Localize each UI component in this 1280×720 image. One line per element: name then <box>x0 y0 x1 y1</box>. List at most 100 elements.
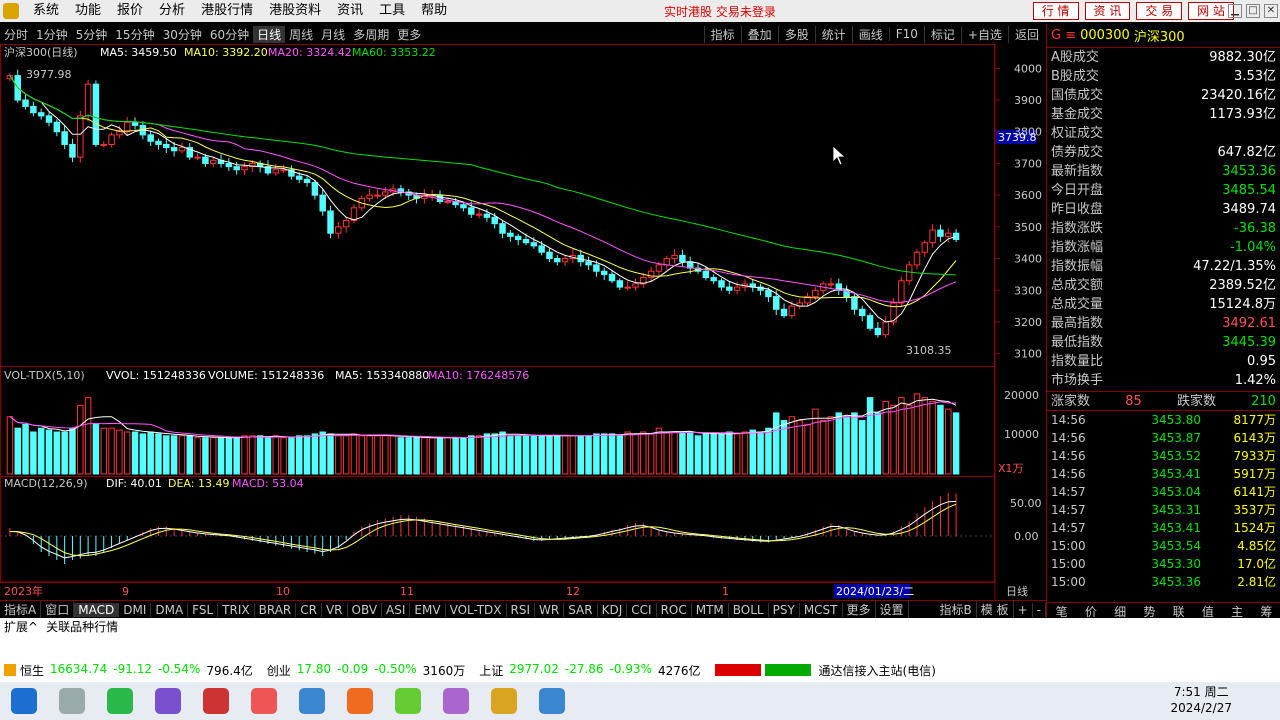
indicator-right-button[interactable]: + <box>1014 602 1033 617</box>
indicator-tab[interactable]: PSY <box>769 602 800 617</box>
indicator-tab[interactable]: FSL <box>188 602 219 617</box>
indicator-tab[interactable]: VOL-TDX <box>446 602 507 617</box>
indicator-tab[interactable]: ASI <box>382 602 411 617</box>
app-icon[interactable] <box>155 688 181 714</box>
minimize-icon[interactable]: ▁ <box>1228 4 1242 18</box>
market-breadth-icon <box>714 664 811 676</box>
indicator-tab[interactable]: DMA <box>151 602 189 617</box>
period-tab[interactable]: 30分钟 <box>159 26 206 43</box>
tool-button[interactable]: 叠加 <box>740 25 778 43</box>
indicator-tab[interactable]: 指标A <box>0 601 42 618</box>
tool-button[interactable]: 画线 <box>851 25 889 43</box>
browser-icon[interactable] <box>107 688 133 714</box>
tool-button[interactable]: 统计 <box>814 25 852 43</box>
quote-button[interactable]: 行 情 <box>1032 2 1079 20</box>
app-icon[interactable] <box>347 688 373 714</box>
menu-item-analysis[interactable]: 分析 <box>151 0 193 22</box>
hsi-quote[interactable]: 恒生 16634.74 -91.12 -0.54% 796.4亿 <box>20 662 253 679</box>
period-tab[interactable]: 多周期 <box>349 26 393 43</box>
sh-quote[interactable]: 上证 2977.02 -27.86 -0.93% 4276亿 <box>479 662 700 679</box>
trade-button[interactable]: 交 易 <box>1136 2 1183 20</box>
period-tab[interactable]: 更多 <box>393 26 425 43</box>
indicator-right-button[interactable]: - <box>1033 602 1046 617</box>
menu-item-news[interactable]: 资讯 <box>329 0 371 22</box>
period-tab[interactable]: 周线 <box>285 26 317 43</box>
indicator-tab[interactable]: VR <box>322 602 348 617</box>
period-tab[interactable]: 月线 <box>317 26 349 43</box>
indicator-tab[interactable]: KDJ <box>598 602 628 617</box>
app-icon[interactable] <box>203 688 229 714</box>
period-tab[interactable]: 5分钟 <box>72 26 112 43</box>
tool-button[interactable]: 多股 <box>777 25 815 43</box>
indicator-right-button[interactable]: 模 板 <box>977 601 1014 618</box>
indicator-tab[interactable]: OBV <box>348 602 383 617</box>
indicator-tab[interactable]: WR <box>535 602 565 617</box>
menu-item-hk-data[interactable]: 港股资料 <box>261 0 329 22</box>
tool-button[interactable]: 指标 <box>703 25 741 43</box>
file-explorer-icon[interactable] <box>491 688 517 714</box>
indicator-tab[interactable]: EMV <box>410 602 446 617</box>
menu-item-tools[interactable]: 工具 <box>371 0 413 22</box>
indicator-tab[interactable]: 设置 <box>876 601 909 618</box>
indicator-tab[interactable]: ROC <box>657 602 692 617</box>
period-tab[interactable]: 分时 <box>0 26 32 43</box>
app-icon[interactable] <box>251 688 277 714</box>
tool-button[interactable]: 标记 <box>923 25 961 43</box>
indicator-tab[interactable]: MTM <box>692 602 729 617</box>
candle-body <box>45 115 53 123</box>
volume-bar <box>468 435 475 475</box>
indicator-right-button[interactable]: 指标B <box>936 601 977 618</box>
windows-start-icon[interactable] <box>11 688 37 714</box>
period-tab[interactable]: 15分钟 <box>111 26 158 43</box>
volume-bar <box>14 427 21 475</box>
menu-item-quote[interactable]: 报价 <box>109 0 151 22</box>
stat-row: 基金成交 1173.93亿 <box>1047 105 1280 124</box>
volume-bar <box>22 423 29 475</box>
kline-chart[interactable]: 沪深300(日线) MA5: 3459.50 MA10: 3392.20 MA2… <box>0 44 1046 600</box>
indicator-tab[interactable]: MCST <box>800 602 843 617</box>
menu-item-hk-market[interactable]: 港股行情 <box>193 0 261 22</box>
indicator-tab[interactable]: RSI <box>507 602 536 617</box>
tool-button[interactable]: 返回 <box>1007 25 1045 43</box>
volume-bar <box>749 429 757 475</box>
menu-item-system[interactable]: 系统 <box>25 0 67 22</box>
close-icon[interactable]: ✕ <box>1264 4 1278 18</box>
maximize-icon[interactable]: □ <box>1246 4 1260 18</box>
indicator-tab[interactable]: MACD <box>74 602 120 617</box>
indicator-tab[interactable]: 窗口 <box>41 601 75 618</box>
period-tab[interactable]: 1分钟 <box>32 26 72 43</box>
volume-bar <box>428 437 436 475</box>
related-quotes-link[interactable]: 关联品种行情 <box>42 618 122 635</box>
app-icon[interactable] <box>299 688 325 714</box>
stat-value: 1.42% <box>1234 373 1276 388</box>
volume-bar <box>319 431 326 475</box>
indicator-tab[interactable]: DMI <box>119 602 152 617</box>
period-tab[interactable]: 60分钟 <box>206 26 253 43</box>
app-icon[interactable] <box>443 688 469 714</box>
tick-volume: 17.0亿 <box>1237 557 1276 571</box>
indicator-tab[interactable]: 更多 <box>843 601 876 618</box>
indicator-tab[interactable]: CR <box>296 602 322 617</box>
app-icon[interactable] <box>395 688 421 714</box>
indicator-tab[interactable]: SAR <box>564 602 598 617</box>
tool-button[interactable]: +自选 <box>960 25 1008 43</box>
candle-body <box>593 264 600 272</box>
candle-body <box>350 207 358 222</box>
news-button[interactable]: 资 讯 <box>1084 2 1131 20</box>
menu-item-function[interactable]: 功能 <box>67 0 109 22</box>
system-clock[interactable]: 7:51 周二 2024/2/27 <box>1170 684 1232 716</box>
volume-bar <box>663 431 670 475</box>
period-tab-daily[interactable]: 日线 <box>253 25 286 43</box>
app-icon[interactable] <box>539 688 565 714</box>
indicator-tab[interactable]: TRIX <box>218 602 255 617</box>
cyb-quote[interactable]: 创业 17.80 -0.09 -0.50% 3160万 <box>267 662 465 679</box>
indicator-tab[interactable]: CCI <box>627 602 657 617</box>
volume-bar <box>249 435 256 475</box>
indicator-tab[interactable]: BRAR <box>255 602 297 617</box>
menu-item-help[interactable]: 帮助 <box>413 0 455 22</box>
task-view-icon[interactable] <box>59 688 85 714</box>
tool-button[interactable]: F10 <box>888 27 924 41</box>
indicator-tab[interactable]: BOLL <box>729 602 769 617</box>
candle-body <box>296 175 303 180</box>
expand-button[interactable]: 扩展^ <box>0 618 42 635</box>
